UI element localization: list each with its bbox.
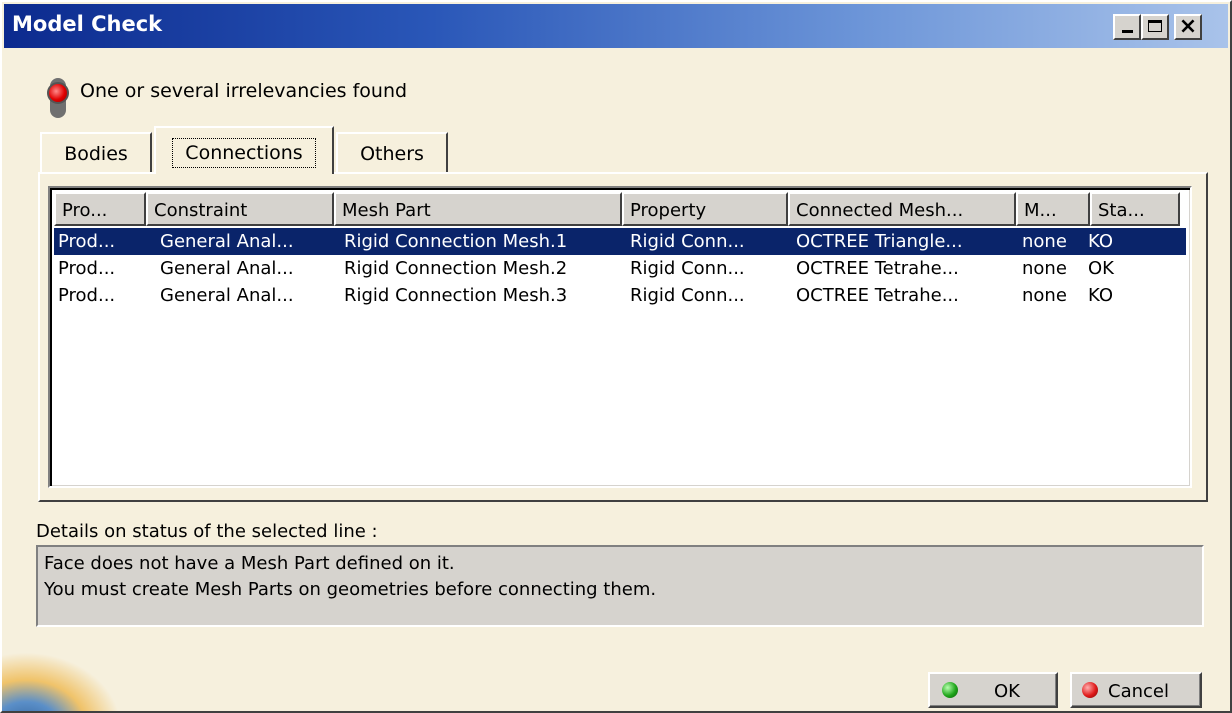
table-row[interactable]: Prod... General Anal... Rigid Connection… (54, 255, 1186, 282)
cell-connected-mesh: OCTREE Tetrahe... (796, 285, 959, 306)
column-header-product[interactable]: Pro... (54, 192, 146, 226)
ok-button-label: OK (994, 681, 1020, 702)
close-icon: × (1178, 14, 1198, 39)
window-title: Model Check (12, 12, 163, 36)
cell-status: KO (1088, 231, 1113, 252)
tab-connections[interactable]: Connections (154, 126, 334, 174)
status-message: One or several irrelevancies found (80, 80, 408, 102)
table-row[interactable]: Prod... General Anal... Rigid Connection… (54, 282, 1186, 309)
cell-property: Rigid Conn... (630, 231, 745, 252)
cell-connected-mesh: OCTREE Tetrahe... (796, 258, 959, 279)
cell-constraint: General Anal... (160, 258, 294, 279)
title-bar[interactable]: Model Check × (4, 4, 1228, 48)
tab-others-label: Others (360, 143, 424, 165)
column-header-connected-mesh[interactable]: Connected Mesh... (788, 192, 1016, 226)
details-text-box: Face does not have a Mesh Part defined o… (36, 545, 1204, 627)
cell-product: Prod... (58, 231, 116, 252)
cell-mesh-part: Rigid Connection Mesh.1 (344, 231, 568, 252)
ok-button[interactable]: OK (928, 672, 1058, 708)
minimize-icon (1122, 30, 1133, 33)
maximize-button[interactable] (1141, 14, 1169, 40)
cancel-button-label: Cancel (1108, 681, 1169, 702)
cell-mesh-part: Rigid Connection Mesh.2 (344, 258, 568, 279)
model-check-dialog: Model Check × One or several irrelevanci… (0, 0, 1232, 713)
green-dot-icon (942, 682, 958, 698)
details-label: Details on status of the selected line : (36, 521, 378, 542)
cell-m: none (1022, 258, 1067, 279)
column-header-constraint[interactable]: Constraint (146, 192, 334, 226)
cell-property: Rigid Conn... (630, 258, 745, 279)
close-button[interactable]: × (1174, 14, 1202, 40)
column-header-property[interactable]: Property (622, 192, 788, 226)
cancel-button[interactable]: Cancel (1070, 672, 1202, 708)
column-header-m[interactable]: M... (1016, 192, 1090, 226)
catia-logo-swoosh (2, 652, 122, 711)
cell-product: Prod... (58, 258, 116, 279)
cell-m: none (1022, 285, 1067, 306)
cell-mesh-part: Rigid Connection Mesh.3 (344, 285, 568, 306)
cell-status: OK (1088, 258, 1114, 279)
tab-bodies[interactable]: Bodies (40, 132, 152, 172)
column-header-mesh-part[interactable]: Mesh Part (334, 192, 622, 226)
connections-list[interactable]: Pro... Constraint Mesh Part Property Con… (48, 186, 1192, 488)
cell-constraint: General Anal... (160, 231, 294, 252)
maximize-icon (1148, 20, 1162, 32)
list-header: Pro... Constraint Mesh Part Property Con… (54, 192, 1190, 226)
red-lamp-icon (47, 82, 69, 104)
cell-status: KO (1088, 285, 1113, 306)
cell-m: none (1022, 231, 1067, 252)
details-line-2: You must create Mesh Parts on geometries… (44, 579, 657, 600)
traffic-light-icon (47, 78, 69, 118)
table-row[interactable]: Prod... General Anal... Rigid Connection… (54, 228, 1186, 255)
column-header-status[interactable]: Sta... (1090, 192, 1180, 226)
tab-bodies-label: Bodies (64, 143, 128, 165)
tab-connections-label: Connections (172, 138, 316, 168)
minimize-button[interactable] (1113, 14, 1141, 40)
cell-property: Rigid Conn... (630, 285, 745, 306)
tab-others[interactable]: Others (336, 132, 448, 172)
red-dot-icon (1082, 682, 1098, 698)
cell-product: Prod... (58, 285, 116, 306)
cell-connected-mesh: OCTREE Triangle... (796, 231, 963, 252)
details-line-1: Face does not have a Mesh Part defined o… (44, 553, 455, 574)
cell-constraint: General Anal... (160, 285, 294, 306)
